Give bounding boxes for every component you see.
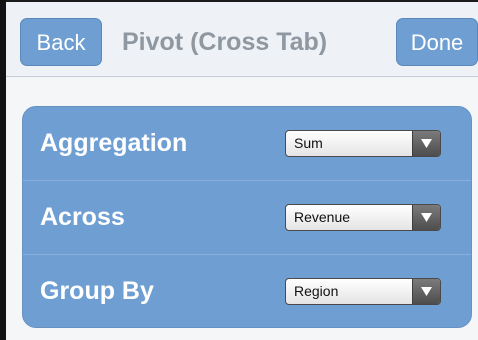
aggregation-label: Aggregation — [40, 129, 188, 157]
aggregation-row: Aggregation Sum — [23, 107, 471, 180]
done-button[interactable]: Done — [396, 18, 478, 66]
across-select-value: Revenue — [294, 209, 351, 225]
group-by-row: Group By Region — [23, 254, 471, 327]
across-select[interactable]: Revenue — [285, 204, 441, 231]
aggregation-select-value: Sum — [294, 135, 323, 151]
page-title: Pivot (Cross Tab) — [122, 28, 328, 56]
window-top-edge — [6, 0, 478, 2]
chevron-down-icon[interactable] — [412, 279, 440, 304]
across-row: Across Revenue — [23, 180, 471, 254]
aggregation-select[interactable]: Sum — [285, 130, 441, 157]
group-by-select-value: Region — [294, 283, 339, 299]
chevron-down-icon[interactable] — [412, 205, 440, 230]
group-by-select[interactable]: Region — [285, 278, 441, 305]
back-button[interactable]: Back — [20, 18, 102, 66]
group-by-label: Group By — [40, 277, 154, 305]
pivot-settings-panel: Aggregation Sum Across Revenue Group By … — [22, 106, 472, 328]
across-label: Across — [40, 203, 125, 231]
chevron-down-icon[interactable] — [412, 131, 440, 156]
